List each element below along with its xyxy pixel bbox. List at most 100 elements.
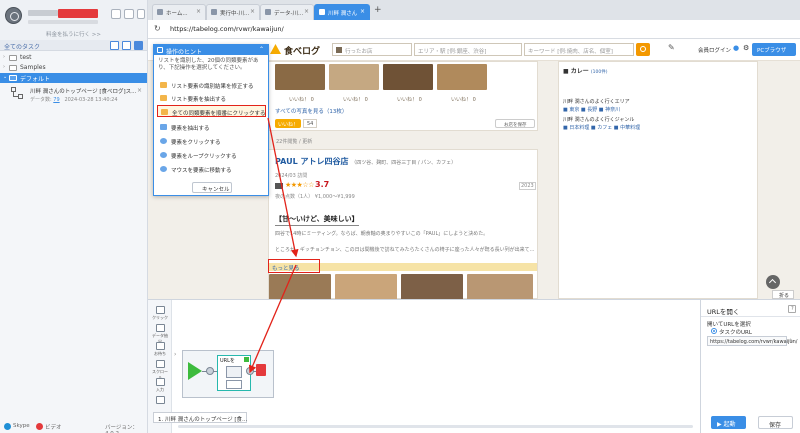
close-icon[interactable]: × [196,8,201,15]
download-icon[interactable] [122,41,131,50]
tree-folder-default[interactable]: ⌄ デフォルト [0,73,147,83]
pc-browser-button[interactable]: PCブラウザ [752,43,796,56]
edit-icon[interactable]: ✎ [789,338,794,345]
save-button[interactable]: 保存 [758,416,793,429]
import-icon[interactable] [124,9,134,19]
loop-click-icon [161,109,168,115]
option-fix-list[interactable]: リスト要素の識別結果を修正する [157,79,266,91]
connector-node[interactable] [206,367,214,375]
site-logo[interactable]: 食べログ [284,44,320,57]
review-photo[interactable] [437,64,487,90]
workflow-task-icon [11,87,23,99]
like-count[interactable]: いいね！ 0 [343,96,368,103]
help-icon[interactable]: ? [788,305,796,313]
review-photo[interactable] [269,274,331,299]
like-button[interactable]: いいね！ [275,119,301,128]
reload-icon[interactable]: ↻ [154,24,161,33]
skype-icon [4,423,11,430]
more-icon [155,396,165,404]
close-icon[interactable]: × [360,8,365,15]
tree-folder-samples[interactable]: › Samples [0,63,147,73]
task-title: 川畔 潤さんのトップページ [食べログ]ス... [30,89,137,95]
new-tab-button[interactable]: + [374,5,382,15]
horizontal-scrollbar[interactable] [178,425,693,428]
cancel-button[interactable]: キャンセル [192,182,232,193]
run-button[interactable]: ▶ 起動 [711,416,746,429]
option-hover-element[interactable]: マウスを要素に移動する [157,163,266,175]
filter-icon[interactable] [134,41,143,50]
new-task-icon[interactable] [111,9,121,19]
tab-running[interactable]: 実行中-川... × [206,4,260,20]
account-badge-redacted [58,9,98,18]
panel-title: URLを開く [707,308,740,316]
close-icon[interactable]: × [137,87,142,94]
option-extract-list[interactable]: リスト要素を抽出する [157,92,266,104]
review-photo[interactable] [401,274,463,299]
option-click-all-similar[interactable]: 全ての同類要素を順番にクリックする [157,105,266,117]
area-search-input[interactable]: エリア・駅 [例:銀座、渋谷] [414,43,522,56]
tab-kawaijun[interactable]: 川畔 潤さん × [314,4,370,20]
review-photo[interactable] [275,64,325,90]
tips-title: 操作のヒント [166,48,203,56]
data-count[interactable]: 79 [53,97,59,103]
url-input[interactable]: https://tabelog.com/rvwr/kawaijun/ [707,336,797,346]
info-icon[interactable]: ● [733,44,739,52]
collapse-icon[interactable]: ⌃ [259,46,264,53]
option-click-element[interactable]: 要素をクリックする [157,135,266,147]
option-extract-element[interactable]: 要素を抽出する [157,121,266,133]
properties-panel: URLを開く ? 開いてURLを選択 タスクのURL https://tabel… [700,299,800,433]
palette-click[interactable]: クリック [151,306,169,321]
restaurant-name[interactable]: PAUL アトレ四谷店 （四ツ谷、麹町、四谷三丁目 / パン、カフェ） [275,156,456,167]
palette-input[interactable]: 入力 [151,378,169,393]
connector-node[interactable] [246,367,254,375]
chevron-right-icon[interactable]: › [174,351,176,358]
keyboard-icon [155,378,165,386]
area-tags[interactable]: ■ 東京 ■ 長野 ■ 神奈川 [563,106,620,113]
start-node-icon[interactable] [188,362,202,380]
menu-icon[interactable] [137,9,145,19]
curry-category[interactable]: ■ カレー (100件) [563,66,607,75]
task-url-radio[interactable] [711,328,717,334]
palette-more[interactable] [151,396,169,405]
scroll-top-button[interactable] [766,275,780,289]
all-photos-link[interactable]: すべての写真を見る（13枚） [275,107,347,115]
tree-folder-test[interactable]: › test [0,53,147,63]
fold-button[interactable]: 折る [772,290,794,299]
close-icon[interactable]: × [250,8,255,15]
genre-tags[interactable]: ■ 日本料理 ■ カフェ ■ 中華料理 [563,124,640,131]
extension-icon[interactable]: ⚙ [743,44,749,52]
task-item[interactable]: 川畔 潤さんのトップページ [食べログ]ス... × データ数: 79 2024… [0,84,147,106]
hint-icon [157,47,163,53]
close-icon[interactable]: × [304,8,309,15]
click-icon [160,138,167,144]
review-photo[interactable] [335,274,397,299]
cursor-icon [155,306,165,314]
avatar[interactable] [5,7,22,24]
review-photo[interactable] [383,64,433,90]
video-link[interactable]: ビデオ [45,423,62,431]
option-loop-click[interactable]: 要素をループクリックする [157,149,266,161]
review-photo[interactable] [467,274,533,299]
workflow-designer: クリック データ抽出 お待ち スクロール 入力 › [148,299,700,433]
tab-data[interactable]: データ-川... × [260,4,314,20]
save-store-button[interactable]: お店を保存 [495,119,535,128]
tab-home[interactable]: ホーム... × [152,4,206,20]
visited-search[interactable]: 行ったお店 [332,43,412,56]
like-count[interactable]: いいね！ 0 [451,96,476,103]
url-field[interactable]: https://tabelog.com/rvwr/kawaijun/ [170,25,284,33]
like-count[interactable]: いいね！ 0 [289,96,314,103]
skype-link[interactable]: Skype [13,423,30,429]
flow-breadcrumb[interactable]: 1. 川畔 潤さんのトップページ [食... [153,412,247,423]
keyword-search-input[interactable]: キーワード [例:焼肉、店名、個室] [524,43,634,56]
palette-wait[interactable]: お待ち [151,342,169,357]
search-button[interactable] [636,43,650,56]
review-photo[interactable] [329,64,379,90]
pricing-link[interactable]: 料金を払うに行く >> [0,30,147,38]
login-link[interactable]: 会員ログイン [698,46,731,54]
end-node-icon[interactable] [256,364,266,376]
add-folder-icon[interactable] [110,41,119,50]
edit-icon[interactable]: ✎ [668,43,675,52]
like-count[interactable]: いいね！ 0 [397,96,422,103]
reviewer-sidebar: ■ カレー (100件) 川畔 潤さんのよく行くエリア ■ 東京 ■ 長野 ■ … [558,61,758,299]
account-info-redacted [28,20,98,24]
